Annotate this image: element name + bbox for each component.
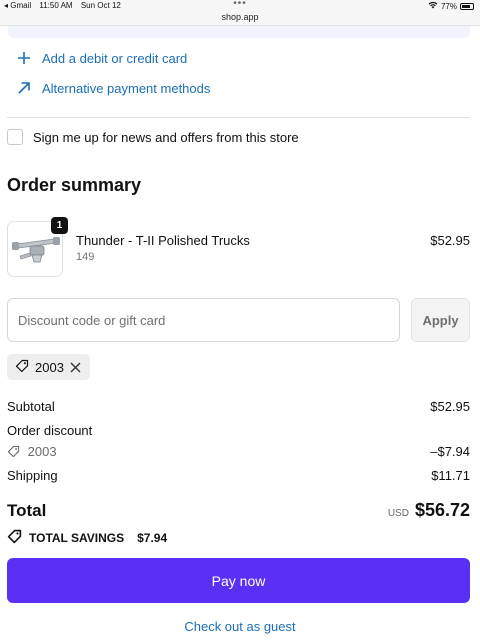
discount-code-input[interactable] — [7, 298, 400, 342]
battery-icon — [460, 2, 474, 10]
wifi-icon — [428, 1, 438, 11]
alternative-payment-link[interactable]: Alternative payment methods — [16, 80, 210, 96]
subtotal-label: Subtotal — [7, 399, 55, 414]
shipping-label: Shipping — [7, 468, 58, 483]
savings-tag-icon — [7, 529, 22, 547]
total-currency: USD — [387, 508, 409, 519]
alternative-payment-label: Alternative payment methods — [42, 80, 211, 96]
browser-menu-dots[interactable]: ••• — [0, 0, 480, 9]
address-bar-url[interactable]: shop.app — [0, 12, 480, 22]
product-price: $52.95 — [430, 233, 470, 248]
subtotal-row: Subtotal $52.95 — [7, 399, 470, 414]
arrow-up-right-icon — [16, 80, 32, 96]
shipping-value: $11.71 — [431, 468, 470, 483]
status-bar-right: 77% — [428, 1, 474, 11]
product-name: Thunder - T-II Polished Trucks — [76, 233, 250, 248]
total-value: $56.72 — [414, 500, 470, 520]
total-savings: TOTAL SAVINGS $7.94 — [7, 529, 167, 547]
newsletter-label: Sign me up for news and offers from this… — [33, 129, 299, 145]
order-discount-label: Order discount — [7, 423, 93, 438]
discount-code-label: 2003 — [27, 444, 57, 459]
discount-value: –$7.94 — [430, 444, 470, 459]
plus-icon — [16, 50, 32, 66]
add-card-label: Add a debit or credit card — [42, 50, 188, 66]
section-divider — [7, 117, 470, 118]
tag-icon — [15, 359, 29, 376]
savings-label: TOTAL SAVINGS — [29, 531, 125, 545]
tag-icon — [7, 445, 20, 458]
applied-discount-chip: 2003 — [7, 354, 90, 380]
remove-discount-icon[interactable] — [70, 361, 82, 373]
pay-now-button[interactable]: Pay now — [7, 558, 470, 603]
shipping-row: Shipping $11.71 — [7, 468, 470, 483]
newsletter-option[interactable]: Sign me up for news and offers from this… — [7, 129, 299, 145]
product-variant: 149 — [76, 251, 95, 263]
checkout-as-guest-link[interactable]: Check out as guest — [0, 619, 480, 634]
battery-percent: 77% — [440, 1, 457, 11]
subtotal-value: $52.95 — [430, 399, 470, 414]
discount-code-row: 2003 –$7.94 — [7, 444, 470, 459]
add-card-link[interactable]: Add a debit or credit card — [16, 50, 187, 66]
savings-value: $7.94 — [137, 531, 168, 545]
total-label: Total — [7, 501, 47, 520]
applied-discount-code: 2003 — [35, 359, 64, 375]
order-discount-row: Order discount — [7, 423, 470, 438]
order-summary-title: Order summary — [7, 175, 142, 195]
payment-section-panel — [8, 26, 470, 38]
quantity-badge: 1 — [51, 217, 68, 234]
apply-discount-button[interactable]: Apply — [411, 298, 470, 342]
total-amount: USD $56.72 — [388, 500, 470, 521]
status-bar: ◂ Gmail 11:50 AM Sun Oct 12 ••• shop.app… — [0, 0, 480, 26]
newsletter-checkbox[interactable] — [7, 129, 23, 145]
